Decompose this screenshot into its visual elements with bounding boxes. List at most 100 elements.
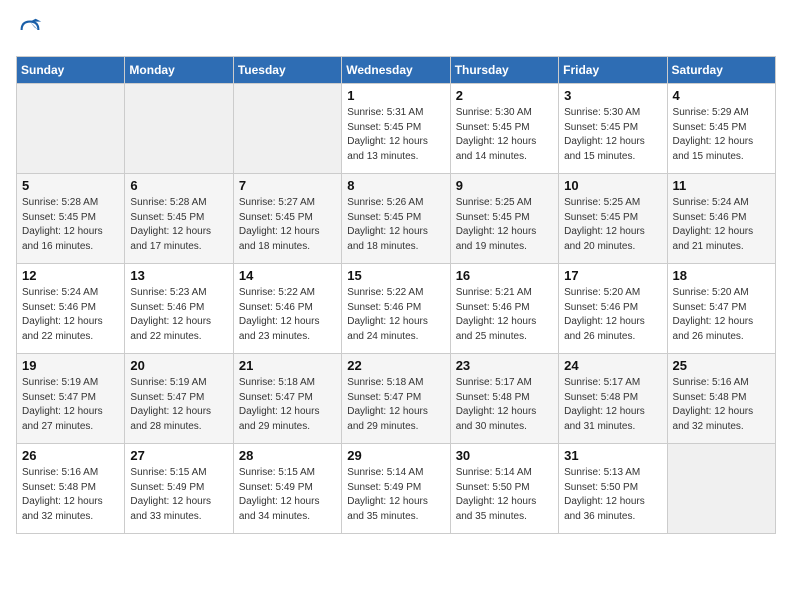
calendar-cell: 27Sunrise: 5:15 AMSunset: 5:49 PMDayligh… (125, 444, 233, 534)
day-number: 16 (456, 268, 553, 283)
calendar-cell: 2 Sunrise: 5:30 AMSunset: 5:45 PMDaylight… (450, 84, 558, 174)
day-number: 14 (239, 268, 336, 283)
calendar-cell: 17 Sunrise: 5:20 AMSunset: 5:46 PMDayligh… (559, 264, 667, 354)
weekday-header-friday: Friday (559, 57, 667, 84)
weekday-header-monday: Monday (125, 57, 233, 84)
calendar-cell: 23Sunrise: 5:17 AMSunset: 5:48 PMDayligh… (450, 354, 558, 444)
calendar-cell: 25 Sunrise: 5:16 AMSunset: 5:48 PMDayligh… (667, 354, 775, 444)
day-number: 19 (22, 358, 119, 373)
calendar-table: SundayMondayTuesdayWednesdayThursdayFrid… (16, 56, 776, 534)
day-number: 8 (347, 178, 444, 193)
calendar-cell: 6 Sunrise: 5:28 AMSunset: 5:45 PMDaylight… (125, 174, 233, 264)
day-info: Sunrise: 5:14 AMSunset: 5:49 PMDaylight:… (347, 466, 444, 524)
calendar-cell: 16 Sunrise: 5:21 AMSunset: 5:46 PMDayligh… (450, 264, 558, 354)
day-info: Sunrise: 5:31 AMSunset: 5:45 PMDaylight:… (347, 106, 444, 164)
weekday-header-sunday: Sunday (17, 57, 125, 84)
day-info: Sunrise: 5:20 AMSunset: 5:46 PMDaylight:… (564, 286, 661, 344)
day-info: Sunrise: 5:28 AMSunset: 5:45 PMDaylight:… (22, 196, 119, 254)
day-info: Sunrise: 5:22 AMSunset: 5:46 PMDaylight:… (347, 286, 444, 344)
weekday-header-thursday: Thursday (450, 57, 558, 84)
calendar-header-row: SundayMondayTuesdayWednesdayThursdayFrid… (17, 57, 776, 84)
weekday-header-wednesday: Wednesday (342, 57, 450, 84)
calendar-cell: 31 Sunrise: 5:13 AMSunset: 5:50 PMDayligh… (559, 444, 667, 534)
day-number: 7 (239, 178, 336, 193)
day-number: 1 (347, 88, 444, 103)
logo (16, 16, 48, 44)
day-number: 15 (347, 268, 444, 283)
day-number: 22 (347, 358, 444, 373)
weekday-header-saturday: Saturday (667, 57, 775, 84)
day-number: 29 (347, 448, 444, 463)
day-info: Sunrise: 5:28 AMSunset: 5:45 PMDaylight:… (130, 196, 227, 254)
day-number: 18 (673, 268, 770, 283)
calendar-cell: 5 Sunrise: 5:28 AMSunset: 5:45 PMDaylight… (17, 174, 125, 264)
calendar-cell: 15 Sunrise: 5:22 AMSunset: 5:46 PMDayligh… (342, 264, 450, 354)
day-number: 26 (22, 448, 119, 463)
day-info: Sunrise: 5:23 AMSunset: 5:46 PMDaylight:… (130, 286, 227, 344)
day-number: 30 (456, 448, 553, 463)
calendar-cell: 14 Sunrise: 5:22 AMSunset: 5:46 PMDayligh… (233, 264, 341, 354)
day-number: 9 (456, 178, 553, 193)
day-info: Sunrise: 5:13 AMSunset: 5:50 PMDaylight:… (564, 466, 661, 524)
calendar-cell: 26 Sunrise: 5:16 AMSunset: 5:48 PMDayligh… (17, 444, 125, 534)
calendar-week-3: 12 Sunrise: 5:24 AMSunset: 5:46 PMDayligh… (17, 264, 776, 354)
day-number: 23 (456, 358, 553, 373)
calendar-cell (125, 84, 233, 174)
day-info: Sunrise: 5:26 AMSunset: 5:45 PMDaylight:… (347, 196, 444, 254)
day-info: Sunrise: 5:18 AMSunset: 5:47 PMDaylight:… (239, 376, 336, 434)
calendar-week-5: 26 Sunrise: 5:16 AMSunset: 5:48 PMDayligh… (17, 444, 776, 534)
calendar-cell: 22 Sunrise: 5:18 AMSunset: 5:47 PMDayligh… (342, 354, 450, 444)
day-number: 17 (564, 268, 661, 283)
calendar-cell: 1 Sunrise: 5:31 AMSunset: 5:45 PMDaylight… (342, 84, 450, 174)
calendar-cell: 24Sunrise: 5:17 AMSunset: 5:48 PMDayligh… (559, 354, 667, 444)
calendar-cell (667, 444, 775, 534)
calendar-week-4: 19 Sunrise: 5:19 AMSunset: 5:47 PMDayligh… (17, 354, 776, 444)
calendar-cell: 18 Sunrise: 5:20 AMSunset: 5:47 PMDayligh… (667, 264, 775, 354)
day-info: Sunrise: 5:18 AMSunset: 5:47 PMDaylight:… (347, 376, 444, 434)
calendar-cell: 13 Sunrise: 5:23 AMSunset: 5:46 PMDayligh… (125, 264, 233, 354)
logo-icon (16, 16, 44, 44)
day-number: 13 (130, 268, 227, 283)
calendar-cell (233, 84, 341, 174)
day-info: Sunrise: 5:30 AMSunset: 5:45 PMDaylight:… (564, 106, 661, 164)
day-number: 4 (673, 88, 770, 103)
calendar-cell: 12 Sunrise: 5:24 AMSunset: 5:46 PMDayligh… (17, 264, 125, 354)
day-info: Sunrise: 5:22 AMSunset: 5:46 PMDaylight:… (239, 286, 336, 344)
day-number: 20 (130, 358, 227, 373)
day-number: 25 (673, 358, 770, 373)
day-number: 21 (239, 358, 336, 373)
day-number: 12 (22, 268, 119, 283)
calendar-cell: 9 Sunrise: 5:25 AMSunset: 5:45 PMDaylight… (450, 174, 558, 264)
day-number: 24 (564, 358, 661, 373)
day-info: Sunrise: 5:19 AMSunset: 5:47 PMDaylight:… (130, 376, 227, 434)
day-number: 5 (22, 178, 119, 193)
page-header (16, 16, 776, 44)
day-number: 2 (456, 88, 553, 103)
calendar-cell: 29 Sunrise: 5:14 AMSunset: 5:49 PMDayligh… (342, 444, 450, 534)
calendar-cell: 10 Sunrise: 5:25 AMSunset: 5:45 PMDayligh… (559, 174, 667, 264)
calendar-week-2: 5 Sunrise: 5:28 AMSunset: 5:45 PMDaylight… (17, 174, 776, 264)
calendar-cell: 28Sunrise: 5:15 AMSunset: 5:49 PMDayligh… (233, 444, 341, 534)
day-info: Sunrise: 5:14 AMSunset: 5:50 PMDaylight:… (456, 466, 553, 524)
day-info: Sunrise: 5:30 AMSunset: 5:45 PMDaylight:… (456, 106, 553, 164)
calendar-cell: 7Sunrise: 5:27 AMSunset: 5:45 PMDaylight… (233, 174, 341, 264)
calendar-cell: 30 Sunrise: 5:14 AMSunset: 5:50 PMDayligh… (450, 444, 558, 534)
day-info: Sunrise: 5:16 AMSunset: 5:48 PMDaylight:… (22, 466, 119, 524)
day-info: Sunrise: 5:16 AMSunset: 5:48 PMDaylight:… (673, 376, 770, 434)
day-number: 6 (130, 178, 227, 193)
day-number: 11 (673, 178, 770, 193)
calendar-week-1: 1 Sunrise: 5:31 AMSunset: 5:45 PMDaylight… (17, 84, 776, 174)
calendar-cell: 20 Sunrise: 5:19 AMSunset: 5:47 PMDayligh… (125, 354, 233, 444)
day-number: 27 (130, 448, 227, 463)
day-info: Sunrise: 5:29 AMSunset: 5:45 PMDaylight:… (673, 106, 770, 164)
day-number: 10 (564, 178, 661, 193)
day-info: Sunrise: 5:25 AMSunset: 5:45 PMDaylight:… (564, 196, 661, 254)
day-info: Sunrise: 5:19 AMSunset: 5:47 PMDaylight:… (22, 376, 119, 434)
day-info: Sunrise: 5:20 AMSunset: 5:47 PMDaylight:… (673, 286, 770, 344)
day-number: 31 (564, 448, 661, 463)
calendar-cell: 19 Sunrise: 5:19 AMSunset: 5:47 PMDayligh… (17, 354, 125, 444)
day-info: Sunrise: 5:21 AMSunset: 5:46 PMDaylight:… (456, 286, 553, 344)
day-number: 28 (239, 448, 336, 463)
day-info: Sunrise: 5:24 AMSunset: 5:46 PMDaylight:… (22, 286, 119, 344)
day-info: Sunrise: 5:25 AMSunset: 5:45 PMDaylight:… (456, 196, 553, 254)
